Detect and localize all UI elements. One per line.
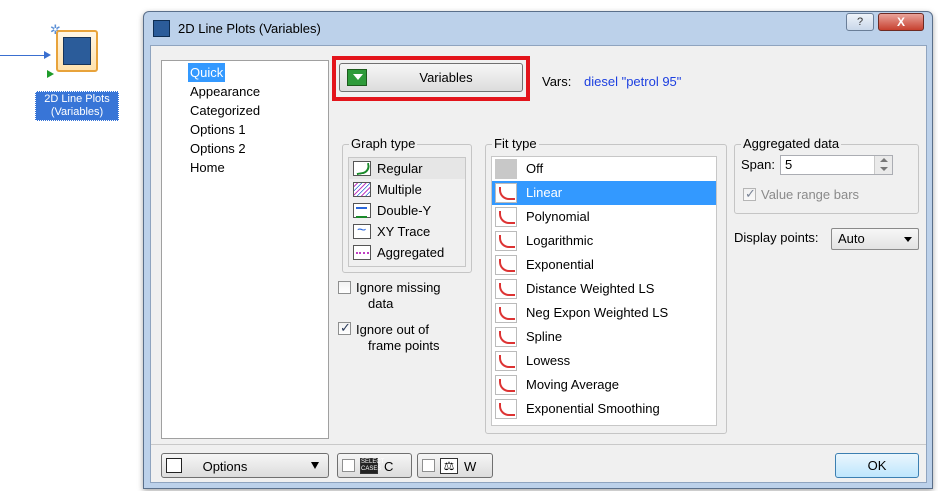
fit-item-neg-expon-weighted-ls[interactable]: Neg Expon Weighted LS bbox=[492, 301, 716, 325]
lowess-fit-icon bbox=[495, 351, 517, 371]
spline-fit-icon bbox=[495, 327, 517, 347]
graph-type-xy-trace[interactable]: XY Trace bbox=[349, 220, 465, 242]
workspace-connection-line bbox=[0, 55, 48, 56]
play-icon bbox=[47, 70, 54, 78]
display-points-label: Display points: bbox=[734, 230, 819, 245]
line-plot-node-icon[interactable] bbox=[56, 30, 98, 72]
fit-item-logarithmic[interactable]: Logarithmic bbox=[492, 229, 716, 253]
graph-type-list[interactable]: Regular Multiple Double-Y XY Trace Aggre… bbox=[348, 157, 466, 267]
span-spinner[interactable]: 5 bbox=[780, 155, 893, 175]
help-button[interactable]: ? bbox=[846, 13, 874, 31]
title-bar[interactable]: 2D Line Plots (Variables) ? X bbox=[144, 12, 932, 45]
fit-type-list[interactable]: Off Linear Polynomial Logarithmic Expone… bbox=[491, 156, 717, 426]
span-label: Span: bbox=[741, 157, 775, 172]
off-fit-icon bbox=[495, 159, 517, 179]
fit-item-moving-average[interactable]: Moving Average bbox=[492, 373, 716, 397]
fit-item-lowess[interactable]: Lowess bbox=[492, 349, 716, 373]
options-button[interactable]: Options bbox=[161, 453, 329, 478]
exponential-fit-icon bbox=[495, 255, 517, 275]
bottom-separator bbox=[151, 444, 926, 445]
ignore-missing-label: Ignore missing data bbox=[356, 280, 441, 311]
fit-item-exponential-smoothing[interactable]: Exponential Smoothing bbox=[492, 397, 716, 421]
select-cases-button[interactable]: SELECT CASES C bbox=[337, 453, 412, 478]
close-button[interactable]: X bbox=[878, 13, 924, 31]
linear-fit-icon bbox=[495, 183, 517, 203]
exponential-smoothing-fit-icon bbox=[495, 399, 517, 419]
chevron-down-icon bbox=[311, 462, 319, 469]
aggregated-data-group: Aggregated data Span: 5 Value range bars bbox=[734, 136, 919, 214]
graph-type-group: Graph type Regular Multiple Double-Y XY … bbox=[342, 136, 472, 273]
spinner-arrows-icon[interactable] bbox=[874, 156, 892, 174]
fit-type-group: Fit type Off Linear Polynomial Logarithm… bbox=[485, 136, 727, 434]
nav-list[interactable]: Quick Appearance Categorized Options 1 O… bbox=[161, 60, 329, 439]
nav-item-quick[interactable]: Quick bbox=[188, 63, 226, 82]
display-points-dropdown[interactable]: Auto bbox=[831, 228, 919, 250]
select-cases-label: C bbox=[384, 459, 394, 474]
fit-item-distance-weighted-ls[interactable]: Distance Weighted LS bbox=[492, 277, 716, 301]
fit-item-polynomial[interactable]: Polynomial bbox=[492, 205, 716, 229]
app-icon bbox=[153, 20, 170, 37]
xy-trace-graph-icon bbox=[353, 220, 371, 241]
span-value: 5 bbox=[785, 157, 793, 172]
polynomial-fit-icon bbox=[495, 207, 517, 227]
fit-item-off[interactable]: Off bbox=[492, 157, 716, 181]
fit-item-spline[interactable]: Spline bbox=[492, 325, 716, 349]
graph-type-regular[interactable]: Regular bbox=[349, 158, 465, 179]
select-cases-icon: SELECT CASES bbox=[360, 458, 385, 474]
value-range-bars-label: Value range bars bbox=[761, 187, 860, 202]
value-range-bars-checkbox[interactable] bbox=[743, 186, 756, 202]
select-cases-checkbox[interactable] bbox=[342, 459, 355, 472]
regular-graph-icon bbox=[353, 161, 371, 176]
weight-label: W bbox=[464, 459, 477, 474]
fit-item-linear[interactable]: Linear bbox=[492, 181, 716, 205]
connection-arrow-icon bbox=[44, 51, 51, 59]
nav-item-options-2[interactable]: Options 2 bbox=[188, 139, 328, 158]
graph-type-aggregated[interactable]: Aggregated bbox=[349, 242, 465, 263]
vars-value: diesel "petrol 95" bbox=[584, 74, 682, 89]
nav-item-home[interactable]: Home bbox=[188, 158, 328, 177]
weight-checkbox[interactable] bbox=[422, 459, 435, 472]
fit-item-exponential[interactable]: Exponential bbox=[492, 253, 716, 277]
ignore-out-of-frame-checkbox[interactable] bbox=[338, 320, 351, 336]
graph-type-double-y[interactable]: Double-Y bbox=[349, 200, 465, 221]
variables-button-label: Variables bbox=[419, 70, 473, 85]
variables-icon bbox=[347, 69, 367, 86]
nav-item-appearance[interactable]: Appearance bbox=[188, 82, 328, 101]
dialog-client: Quick Appearance Categorized Options 1 O… bbox=[150, 45, 927, 483]
aggregated-data-title: Aggregated data bbox=[741, 136, 842, 151]
ok-button[interactable]: OK bbox=[835, 453, 919, 478]
fit-type-title: Fit type bbox=[492, 136, 539, 151]
neg-expon-fit-icon bbox=[495, 303, 517, 323]
graph-type-multiple[interactable]: Multiple bbox=[349, 179, 465, 200]
options-button-label: Options bbox=[202, 459, 248, 474]
weight-icon: ⚖ bbox=[440, 458, 458, 474]
graph-type-title: Graph type bbox=[349, 136, 418, 151]
ignore-out-of-frame-label: Ignore out of frame points bbox=[356, 322, 440, 353]
aggregated-graph-icon bbox=[353, 245, 371, 260]
logarithmic-fit-icon bbox=[495, 231, 517, 251]
distance-weighted-fit-icon bbox=[495, 279, 517, 299]
vars-label: Vars: bbox=[542, 74, 572, 89]
multiple-graph-icon bbox=[353, 182, 371, 197]
window-title: 2D Line Plots (Variables) bbox=[178, 21, 321, 36]
nav-item-options-1[interactable]: Options 1 bbox=[188, 120, 328, 139]
dialog-window: 2D Line Plots (Variables) ? X Quick Appe… bbox=[143, 11, 933, 489]
nav-item-categorized[interactable]: Categorized bbox=[188, 101, 328, 120]
moving-average-fit-icon bbox=[495, 375, 517, 395]
double-y-graph-icon bbox=[353, 203, 371, 218]
ignore-missing-checkbox[interactable] bbox=[338, 281, 351, 294]
variables-button[interactable]: Variables bbox=[339, 63, 523, 92]
chevron-down-icon bbox=[904, 237, 912, 242]
display-points-value: Auto bbox=[838, 231, 865, 246]
node-label[interactable]: 2D Line Plots (Variables) bbox=[35, 91, 119, 121]
weight-button[interactable]: ⚖ W bbox=[417, 453, 493, 478]
